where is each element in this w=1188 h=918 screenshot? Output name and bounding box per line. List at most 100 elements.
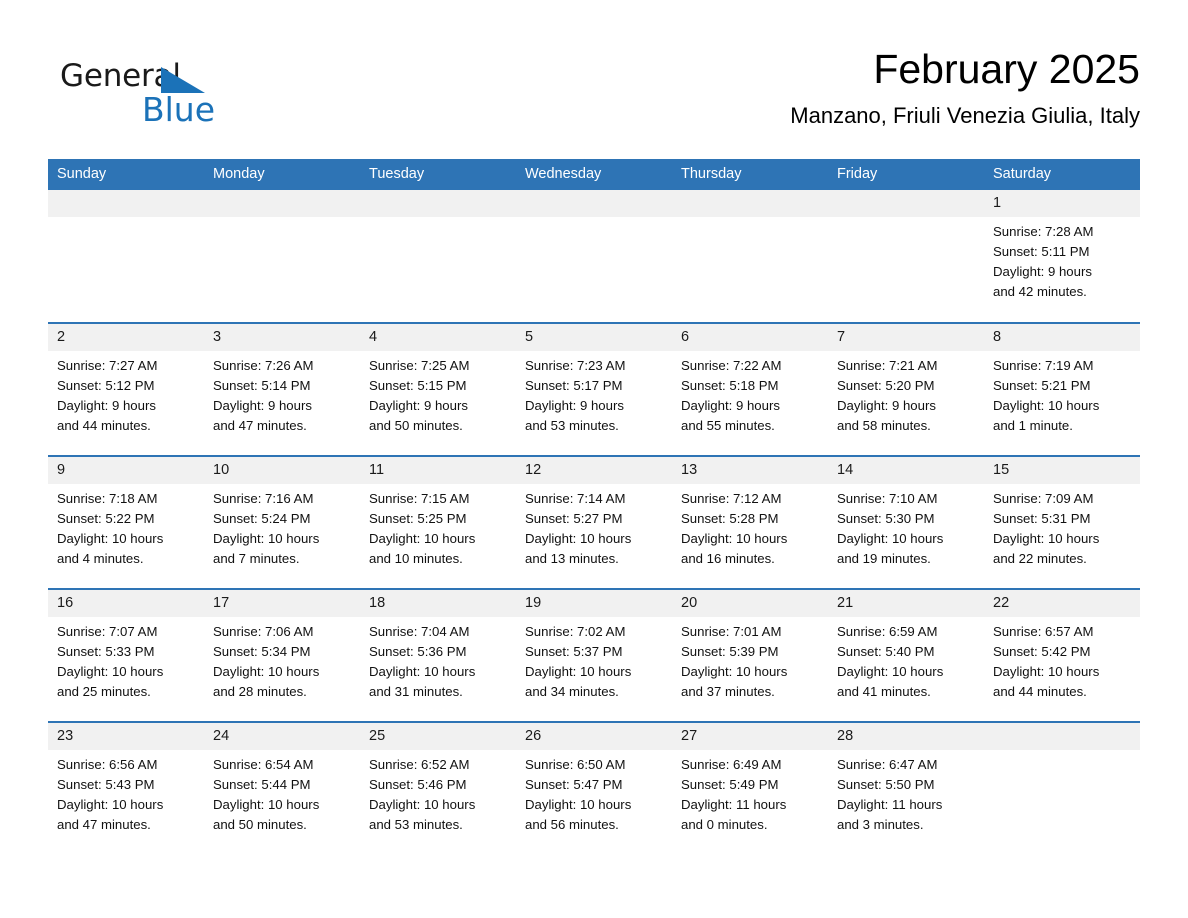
calendar-day-cell[interactable]: 9 Sunrise: 7:18 AM Sunset: 5:22 PM Daylight… xyxy=(48,455,204,589)
calendar-day-cell[interactable]: 12 Sunrise: 7:14 AM Sunset: 5:27 PM Dayligh… xyxy=(516,455,672,589)
day-sunrise-text: Sunrise: 7:26 AM xyxy=(213,358,314,373)
general-blue-logo[interactable]: General Blue xyxy=(60,58,320,138)
calendar-day-cell[interactable]: 3 Sunrise: 7:26 AM Sunset: 5:14 PM Daylight… xyxy=(204,322,360,456)
calendar-page: General Blue February 2025 Manzano, Friu… xyxy=(0,0,1188,918)
calendar-day-cell[interactable]: 15 Sunrise: 7:09 AM Sunset: 5:31 PM Dayligh… xyxy=(984,455,1140,589)
calendar-day-cell[interactable]: 24 Sunrise: 6:54 AM Sunset: 5:44 PM Dayligh… xyxy=(204,721,360,855)
calendar-day-cell[interactable]: 21 Sunrise: 6:59 AM Sunset: 5:40 PM Dayligh… xyxy=(828,588,984,722)
day-details: Sunrise: 6:57 AM Sunset: 5:42 PM Daylight:… xyxy=(984,617,1140,702)
day-number: 4 xyxy=(360,324,516,351)
calendar-day-cell[interactable]: 18 Sunrise: 7:04 AM Sunset: 5:36 PM Dayligh… xyxy=(360,588,516,722)
calendar-day-cell[interactable]: 16 Sunrise: 7:07 AM Sunset: 5:33 PM Dayligh… xyxy=(48,588,204,722)
calendar-empty-cell xyxy=(360,190,516,323)
calendar-day-cell[interactable]: 14 Sunrise: 7:10 AM Sunset: 5:30 PM Dayligh… xyxy=(828,455,984,589)
day-daylight-line-text: and 10 minutes. xyxy=(369,551,463,566)
day-details: Sunrise: 7:22 AM Sunset: 5:18 PM Daylight:… xyxy=(672,351,828,436)
day-daylight-line-text: and 37 minutes. xyxy=(681,684,775,699)
day-details xyxy=(204,217,360,222)
day-sunset-text: Sunset: 5:43 PM xyxy=(57,777,155,792)
day-daylight-line-text: and 53 minutes. xyxy=(369,817,463,832)
calendar-day-cell[interactable]: 22 Sunrise: 6:57 AM Sunset: 5:42 PM Dayligh… xyxy=(984,588,1140,722)
weekday-header-sunday: Sunday xyxy=(48,159,204,190)
day-sunrise-text: Sunrise: 7:23 AM xyxy=(525,358,626,373)
calendar-day-cell[interactable]: 13 Sunrise: 7:12 AM Sunset: 5:28 PM Dayligh… xyxy=(672,455,828,589)
weekday-header-saturday: Saturday xyxy=(984,159,1140,190)
day-sunset-text: Sunset: 5:28 PM xyxy=(681,511,779,526)
day-details: Sunrise: 6:52 AM Sunset: 5:46 PM Daylight:… xyxy=(360,750,516,835)
day-daylight-line-text: Daylight: 10 hours xyxy=(837,531,944,546)
day-sunset-text: Sunset: 5:33 PM xyxy=(57,644,155,659)
day-number: 8 xyxy=(984,324,1140,351)
calendar-day-cell[interactable]: 23 Sunrise: 6:56 AM Sunset: 5:43 PM Dayligh… xyxy=(48,721,204,855)
calendar-day-cell[interactable]: 6 Sunrise: 7:22 AM Sunset: 5:18 PM Daylight… xyxy=(672,322,828,456)
day-details: Sunrise: 7:06 AM Sunset: 5:34 PM Daylight:… xyxy=(204,617,360,702)
day-details: Sunrise: 6:56 AM Sunset: 5:43 PM Daylight:… xyxy=(48,750,204,835)
day-daylight-line-text: Daylight: 10 hours xyxy=(369,531,476,546)
calendar-day-cell[interactable]: 10 Sunrise: 7:16 AM Sunset: 5:24 PM Dayligh… xyxy=(204,455,360,589)
day-daylight-line-text: Daylight: 10 hours xyxy=(525,531,632,546)
calendar-day-cell[interactable]: 27 Sunrise: 6:49 AM Sunset: 5:49 PM Dayligh… xyxy=(672,721,828,855)
day-details: Sunrise: 6:47 AM Sunset: 5:50 PM Daylight:… xyxy=(828,750,984,835)
day-number: 15 xyxy=(984,457,1140,484)
day-sunrise-text: Sunrise: 7:09 AM xyxy=(993,491,1094,506)
calendar-day-cell[interactable]: 5 Sunrise: 7:23 AM Sunset: 5:17 PM Daylight… xyxy=(516,322,672,456)
calendar-day-cell[interactable]: 1 Sunrise: 7:28 AM Sunset: 5:11 PM Daylight… xyxy=(984,190,1140,323)
day-number: 16 xyxy=(48,590,204,617)
day-daylight-line-text: Daylight: 9 hours xyxy=(681,398,780,413)
day-number: 2 xyxy=(48,324,204,351)
calendar-day-cell[interactable]: 20 Sunrise: 7:01 AM Sunset: 5:39 PM Dayligh… xyxy=(672,588,828,722)
day-daylight-line-text: and 3 minutes. xyxy=(837,817,924,832)
day-daylight-line-text: and 47 minutes. xyxy=(213,418,307,433)
calendar-day-cell[interactable]: 8 Sunrise: 7:19 AM Sunset: 5:21 PM Daylight… xyxy=(984,322,1140,456)
title-block: February 2025 Manzano, Friuli Venezia Gi… xyxy=(790,44,1140,130)
day-sunrise-text: Sunrise: 6:57 AM xyxy=(993,624,1094,639)
calendar-day-cell[interactable]: 7 Sunrise: 7:21 AM Sunset: 5:20 PM Daylight… xyxy=(828,322,984,456)
day-number: 24 xyxy=(204,723,360,750)
day-sunrise-text: Sunrise: 7:25 AM xyxy=(369,358,470,373)
day-number xyxy=(828,190,984,217)
day-number: 28 xyxy=(828,723,984,750)
day-details xyxy=(984,750,1140,755)
day-number: 23 xyxy=(48,723,204,750)
calendar-day-cell[interactable]: 26 Sunrise: 6:50 AM Sunset: 5:47 PM Dayligh… xyxy=(516,721,672,855)
day-sunset-text: Sunset: 5:44 PM xyxy=(213,777,311,792)
calendar-week-row: 23 Sunrise: 6:56 AM Sunset: 5:43 PM Dayligh… xyxy=(48,721,1140,855)
day-daylight-line-text: and 56 minutes. xyxy=(525,817,619,832)
day-sunrise-text: Sunrise: 6:54 AM xyxy=(213,757,314,772)
day-sunrise-text: Sunrise: 7:18 AM xyxy=(57,491,158,506)
day-number: 19 xyxy=(516,590,672,617)
day-daylight-line-text: and 16 minutes. xyxy=(681,551,775,566)
day-details: Sunrise: 7:02 AM Sunset: 5:37 PM Daylight:… xyxy=(516,617,672,702)
calendar-day-cell[interactable]: 11 Sunrise: 7:15 AM Sunset: 5:25 PM Dayligh… xyxy=(360,455,516,589)
calendar-week-row: 16 Sunrise: 7:07 AM Sunset: 5:33 PM Dayligh… xyxy=(48,588,1140,722)
day-daylight-line-text: Daylight: 11 hours xyxy=(681,797,787,812)
logo-text-blue: Blue xyxy=(142,90,216,129)
day-number: 20 xyxy=(672,590,828,617)
day-sunset-text: Sunset: 5:21 PM xyxy=(993,378,1091,393)
day-number: 11 xyxy=(360,457,516,484)
calendar-day-cell[interactable]: 25 Sunrise: 6:52 AM Sunset: 5:46 PM Dayligh… xyxy=(360,721,516,855)
day-details: Sunrise: 7:23 AM Sunset: 5:17 PM Daylight:… xyxy=(516,351,672,436)
calendar-day-cell[interactable]: 19 Sunrise: 7:02 AM Sunset: 5:37 PM Dayligh… xyxy=(516,588,672,722)
day-daylight-line-text: Daylight: 10 hours xyxy=(993,398,1100,413)
day-sunrise-text: Sunrise: 6:49 AM xyxy=(681,757,782,772)
day-daylight-line-text: Daylight: 9 hours xyxy=(369,398,468,413)
day-sunrise-text: Sunrise: 7:07 AM xyxy=(57,624,158,639)
calendar-day-cell[interactable]: 17 Sunrise: 7:06 AM Sunset: 5:34 PM Dayligh… xyxy=(204,588,360,722)
calendar-day-cell[interactable]: 2 Sunrise: 7:27 AM Sunset: 5:12 PM Daylight… xyxy=(48,322,204,456)
day-number: 17 xyxy=(204,590,360,617)
day-sunrise-text: Sunrise: 7:10 AM xyxy=(837,491,938,506)
day-sunrise-text: Sunrise: 7:15 AM xyxy=(369,491,470,506)
calendar-day-cell[interactable]: 28 Sunrise: 6:47 AM Sunset: 5:50 PM Dayligh… xyxy=(828,721,984,855)
day-daylight-line-text: and 1 minute. xyxy=(993,418,1073,433)
day-details: Sunrise: 7:10 AM Sunset: 5:30 PM Daylight:… xyxy=(828,484,984,569)
day-sunset-text: Sunset: 5:31 PM xyxy=(993,511,1091,526)
calendar-day-cell[interactable]: 4 Sunrise: 7:25 AM Sunset: 5:15 PM Daylight… xyxy=(360,322,516,456)
day-daylight-line-text: Daylight: 10 hours xyxy=(681,531,788,546)
day-sunset-text: Sunset: 5:20 PM xyxy=(837,378,935,393)
day-daylight-line-text: Daylight: 10 hours xyxy=(993,531,1100,546)
day-sunrise-text: Sunrise: 7:21 AM xyxy=(837,358,938,373)
day-sunrise-text: Sunrise: 7:19 AM xyxy=(993,358,1094,373)
day-daylight-line-text: Daylight: 10 hours xyxy=(681,664,788,679)
day-sunrise-text: Sunrise: 7:28 AM xyxy=(993,224,1094,239)
